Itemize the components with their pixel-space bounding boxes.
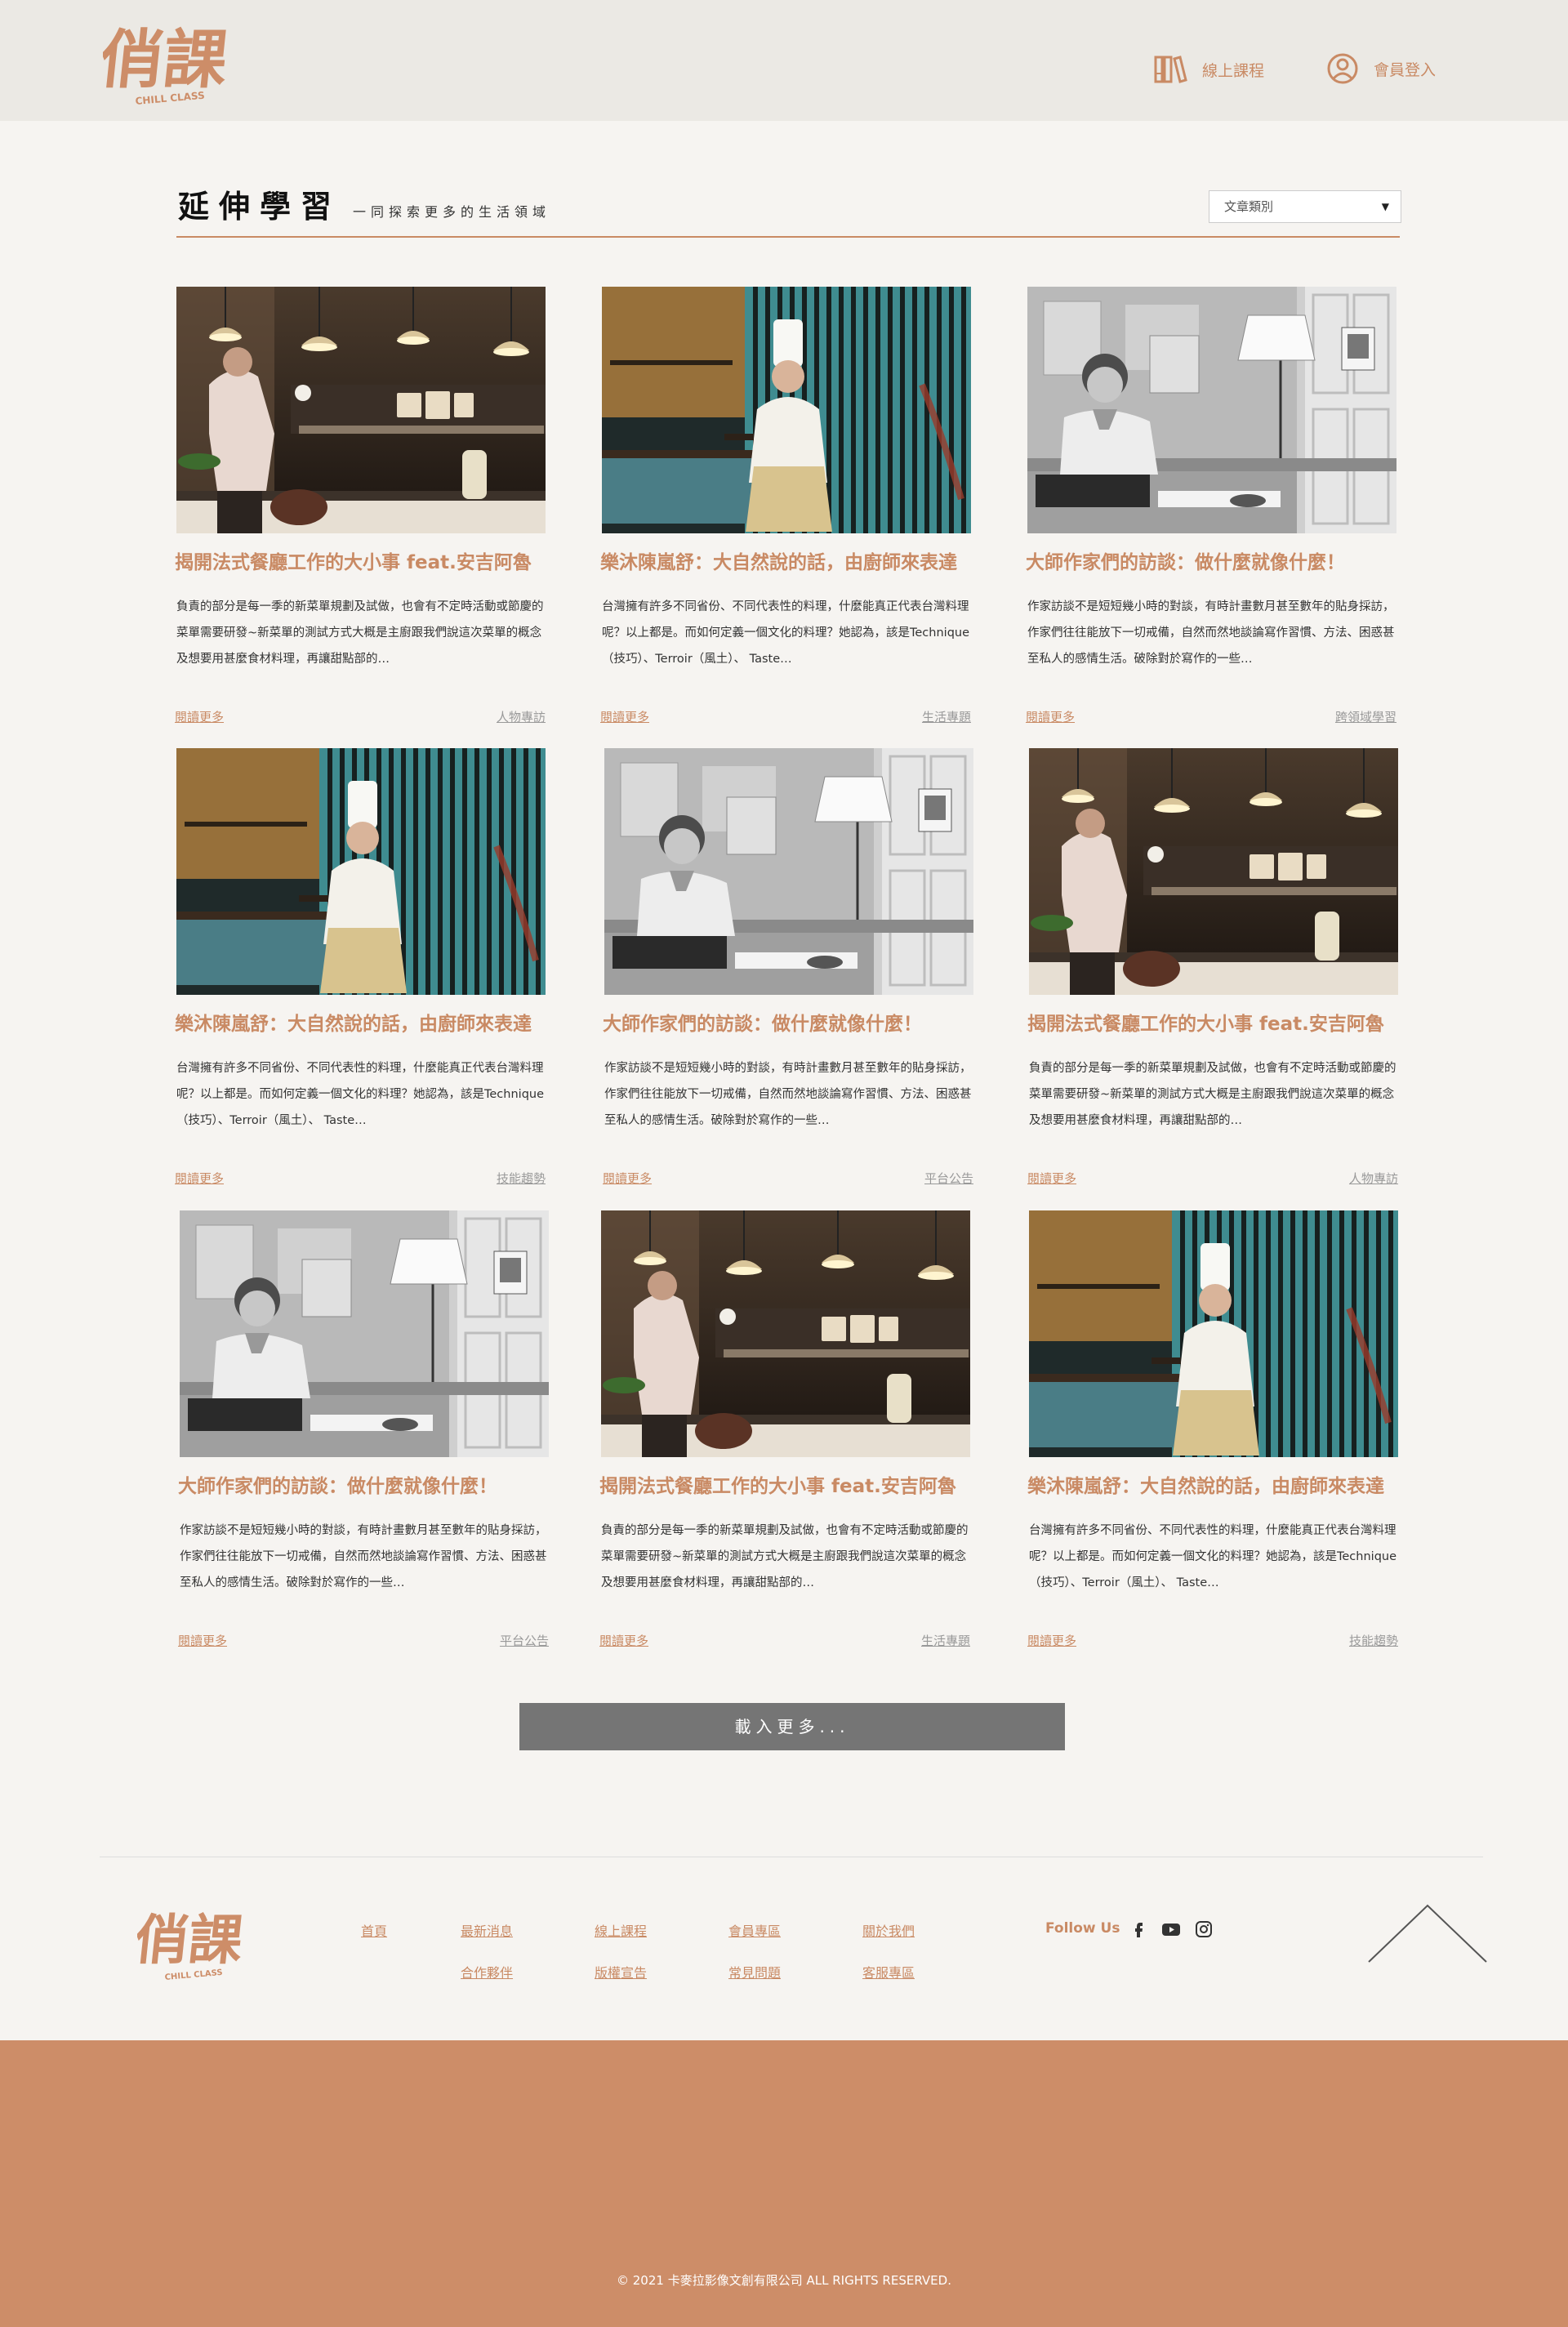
article-category-link[interactable]: 人物專訪 [497, 708, 546, 725]
article-card[interactable]: 樂沐陳嵐舒：大自然說的話，由廚師來表達 台灣擁有許多不同省份、不同代表性的料理，什… [600, 287, 971, 744]
article-category-link[interactable]: 平台公告 [924, 1170, 973, 1187]
article-image[interactable] [176, 748, 546, 995]
footer-link[interactable]: 關於我們 [862, 1920, 915, 1940]
read-more-link[interactable]: 閱讀更多 [178, 1632, 227, 1649]
books-icon [1154, 56, 1187, 83]
caret-down-icon: ▼ [1381, 201, 1389, 212]
read-more-link[interactable]: 閱讀更多 [175, 708, 224, 725]
article-excerpt: 負責的部分是每一季的新菜單規劃及試做，也會有不定時活動或節慶的菜單需要研發~新菜… [1029, 1062, 1396, 1127]
article-category-link[interactable]: 平台公告 [500, 1632, 549, 1649]
read-more-link[interactable]: 閱讀更多 [175, 1170, 224, 1187]
nav-online-courses[interactable]: 線上課程 [1153, 52, 1264, 87]
article-title[interactable]: 揭開法式餐廳工作的大小事 feat.安吉阿魯 [599, 1470, 983, 1498]
footer-link[interactable]: 會員專區 [728, 1920, 781, 1940]
article-image[interactable] [180, 1210, 549, 1457]
footer-link[interactable]: 合作夥伴 [461, 1962, 513, 1982]
article-excerpt: 作家訪談不是短短幾小時的對談，有時計畫數月甚至數年的貼身採訪，作家們往往能放下一… [604, 1062, 972, 1127]
article-category-link[interactable]: 生活專題 [922, 708, 971, 725]
footer-link[interactable]: 線上課程 [595, 1920, 647, 1940]
nav-online-courses-label: 線上課程 [1202, 61, 1265, 80]
nav-member-login[interactable]: 會員登入 [1326, 52, 1436, 85]
read-more-link[interactable]: 閱讀更多 [600, 708, 649, 725]
article-image[interactable] [176, 287, 546, 533]
footer-logo[interactable]: 俏課 CHILL CLASS [137, 1901, 256, 1986]
chef-portrait-photo [602, 287, 971, 533]
footer-link[interactable]: 常見問題 [728, 1962, 781, 1982]
read-more-link[interactable]: 閱讀更多 [1027, 1632, 1076, 1649]
section-title: 延伸學習 [178, 188, 342, 225]
section-subtitle: 一同探索更多的生活領域 [353, 204, 551, 220]
article-card[interactable]: 樂沐陳嵐舒：大自然說的話，由廚師來表達 台灣擁有許多不同省份、不同代表性的料理，什… [175, 748, 546, 1206]
chef-portrait-photo [176, 748, 546, 995]
article-title[interactable]: 大師作家們的訪談：做什麼就像什麼！ [603, 1008, 987, 1036]
footer-link[interactable]: 最新消息 [461, 1920, 513, 1940]
article-card[interactable]: 樂沐陳嵐舒：大自然說的話，由廚師來表達 台灣擁有許多不同省份、不同代表性的料理，什… [1027, 1210, 1398, 1668]
instagram-icon[interactable] [1194, 1919, 1214, 1939]
svg-text:俏課: 俏課 [103, 23, 232, 97]
article-title[interactable]: 大師作家們的訪談：做什麼就像什麼！ [1026, 546, 1410, 574]
article-excerpt: 台灣擁有許多不同省份、不同代表性的料理，什麼能真正代表台灣料理呢？以上都是。而如… [1029, 1524, 1397, 1589]
article-image[interactable] [1029, 1210, 1398, 1457]
article-card[interactable]: 揭開法式餐廳工作的大小事 feat.安吉阿魯 負責的部分是每一季的新菜單規劃及試做… [1027, 748, 1398, 1206]
article-title[interactable]: 揭開法式餐廳工作的大小事 feat.安吉阿魯 [1027, 1008, 1411, 1036]
nav-member-login-label: 會員登入 [1374, 60, 1437, 79]
facebook-icon[interactable] [1129, 1919, 1148, 1939]
follow-us-label: Follow Us [1045, 1920, 1120, 1937]
article-title[interactable]: 大師作家們的訪談：做什麼就像什麼！ [178, 1470, 562, 1498]
section-divider [176, 236, 1400, 238]
article-category-link[interactable]: 生活專題 [921, 1632, 970, 1649]
article-category-select-value: 文章類別 [1224, 199, 1274, 214]
read-more-link[interactable]: 閱讀更多 [1026, 708, 1075, 725]
back-to-top-icon[interactable] [1367, 1903, 1488, 1965]
article-image[interactable] [604, 748, 973, 995]
load-more-button[interactable]: 載入更多... [519, 1703, 1065, 1750]
article-image[interactable] [602, 287, 971, 533]
article-excerpt: 負責的部分是每一季的新菜單規劃及試做，也會有不定時活動或節慶的菜單需要研發~新菜… [176, 600, 544, 666]
read-more-link[interactable]: 閱讀更多 [603, 1170, 652, 1187]
article-category-link[interactable]: 人物專訪 [1349, 1170, 1398, 1187]
footer-link[interactable]: 客服專區 [862, 1962, 915, 1982]
kitchen-photo [601, 1210, 970, 1457]
article-category-link[interactable]: 技能趨勢 [1349, 1632, 1398, 1649]
article-excerpt: 作家訪談不是短短幾小時的對談，有時計畫數月甚至數年的貼身採訪，作家們往往能放下一… [180, 1524, 547, 1589]
writer-desk-photo [604, 748, 973, 995]
footer-link[interactable]: 版權宣告 [595, 1962, 647, 1982]
chill-class-logo[interactable]: 俏課 CHILL CLASS [103, 15, 242, 113]
kitchen-photo [176, 287, 546, 533]
article-title[interactable]: 揭開法式餐廳工作的大小事 feat.安吉阿魯 [175, 546, 559, 574]
kitchen-photo [1029, 748, 1398, 995]
article-category-link[interactable]: 跨領域學習 [1335, 708, 1396, 725]
article-card[interactable]: 揭開法式餐廳工作的大小事 feat.安吉阿魯 負責的部分是每一季的新菜單規劃及試做… [175, 287, 546, 744]
article-image[interactable] [601, 1210, 970, 1457]
article-excerpt: 負責的部分是每一季的新菜單規劃及試做，也會有不定時活動或節慶的菜單需要研發~新菜… [601, 1524, 969, 1589]
article-card[interactable]: 大師作家們的訪談：做什麼就像什麼！ 作家訪談不是短短幾小時的對談，有時計畫數月甚至… [603, 748, 973, 1206]
article-title[interactable]: 樂沐陳嵐舒：大自然說的話，由廚師來表達 [1027, 1470, 1411, 1498]
article-title[interactable]: 樂沐陳嵐舒：大自然說的話，由廚師來表達 [175, 1008, 559, 1036]
read-more-link[interactable]: 閱讀更多 [599, 1632, 648, 1649]
article-category-link[interactable]: 技能趨勢 [497, 1170, 546, 1187]
article-image[interactable] [1027, 287, 1396, 533]
article-title[interactable]: 樂沐陳嵐舒：大自然說的話，由廚師來表達 [600, 546, 984, 574]
article-image[interactable] [1029, 748, 1398, 995]
article-category-select[interactable]: 文章類別 ▼ [1209, 190, 1401, 223]
article-excerpt: 台灣擁有許多不同省份、不同代表性的料理，什麼能真正代表台灣料理呢？以上都是。而如… [176, 1062, 545, 1127]
user-icon [1327, 53, 1358, 84]
youtube-icon[interactable] [1161, 1919, 1181, 1939]
article-card[interactable]: 大師作家們的訪談：做什麼就像什麼！ 作家訪談不是短短幾小時的對談，有時計畫數月甚至… [178, 1210, 549, 1668]
writer-desk-photo [180, 1210, 549, 1457]
site-header: 俏課 CHILL CLASS 線上課程 會員登入 [0, 0, 1568, 121]
svg-text:俏課: 俏課 [137, 1908, 246, 1972]
article-card[interactable]: 揭開法式餐廳工作的大小事 feat.安吉阿魯 負責的部分是每一季的新菜單規劃及試做… [599, 1210, 970, 1668]
article-card[interactable]: 大師作家們的訪談：做什麼就像什麼！ 作家訪談不是短短幾小時的對談，有時計畫數月甚至… [1026, 287, 1396, 744]
chef-portrait-photo [1029, 1210, 1398, 1457]
article-excerpt: 台灣擁有許多不同省份、不同代表性的料理，什麼能真正代表台灣料理呢？以上都是。而如… [602, 600, 970, 666]
copyright-text: © 2021 卡麥拉影像文創有限公司 ALL RIGHTS RESERVED. [617, 2273, 951, 2288]
footer-link[interactable]: 首頁 [361, 1920, 387, 1940]
writer-desk-photo [1027, 287, 1396, 533]
article-excerpt: 作家訪談不是短短幾小時的對談，有時計畫數月甚至數年的貼身採訪，作家們往往能放下一… [1027, 600, 1395, 666]
read-more-link[interactable]: 閱讀更多 [1027, 1170, 1076, 1187]
